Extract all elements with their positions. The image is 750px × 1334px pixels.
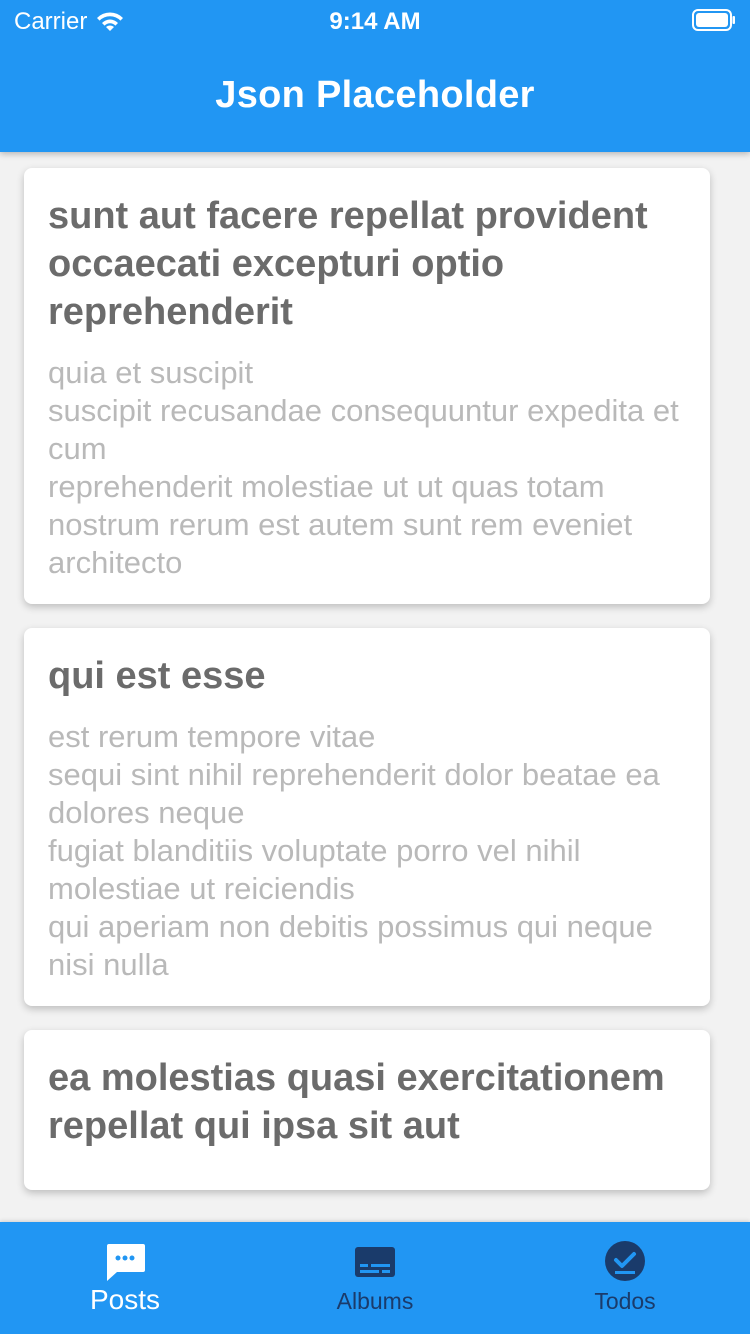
posts-list[interactable]: sunt aut facere repellat provident occae…: [0, 152, 750, 1222]
post-body: est rerum tempore vitae sequi sint nihil…: [48, 719, 660, 982]
nav-item-albums[interactable]: Albums: [250, 1222, 500, 1334]
nav-label-albums: Albums: [336, 1288, 414, 1314]
page-title: Json Placeholder: [215, 74, 535, 116]
nav-label-todos: Todos: [594, 1288, 656, 1314]
post-card[interactable]: ea molestias quasi exercitationem repell…: [24, 1030, 710, 1190]
battery-icon: [692, 9, 736, 31]
screen: Carrier 9:14 AM Json Placeholder sunt au…: [0, 0, 750, 1334]
app-bar: Carrier 9:14 AM Json Placeholder: [0, 0, 750, 152]
post-card[interactable]: sunt aut facere repellat provident occae…: [24, 168, 710, 604]
status-time: 9:14 AM: [329, 8, 421, 35]
nav-label-posts: Posts: [89, 1284, 161, 1315]
nav-item-todos[interactable]: Todos: [500, 1222, 750, 1334]
check-circle-icon: [603, 1240, 647, 1284]
post-title: ea molestias quasi exercitationem repell…: [48, 1057, 665, 1147]
post-title: sunt aut facere repellat provident occae…: [48, 195, 648, 333]
post-title: qui est esse: [48, 655, 266, 697]
status-bar: Carrier 9:14 AM: [0, 0, 750, 40]
chat-bubble-icon: [103, 1240, 147, 1284]
post-body: quia et suscipit suscipit recusandae con…: [48, 355, 679, 580]
post-card[interactable]: qui est esse est rerum tempore vitae seq…: [24, 628, 710, 1006]
bottom-navigation: Posts Albums Todos: [0, 1222, 750, 1334]
album-icon: [353, 1240, 397, 1284]
nav-item-posts[interactable]: Posts: [0, 1222, 250, 1334]
